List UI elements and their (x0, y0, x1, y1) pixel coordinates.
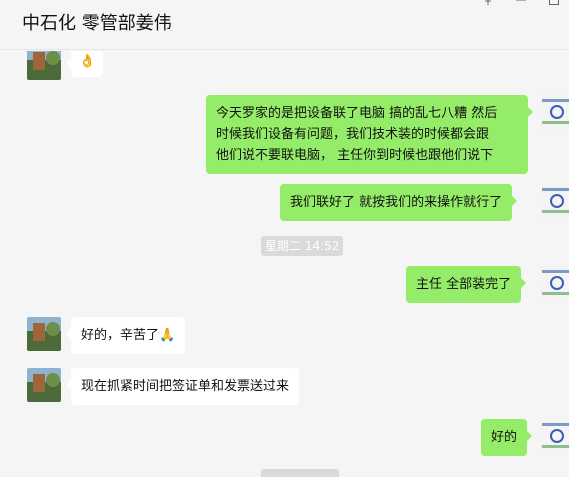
my-avatar[interactable] (540, 95, 569, 129)
chat-title: 中石化 零管部姜伟 (22, 13, 172, 34)
message-bubble-incoming[interactable]: 👌 (65, 51, 104, 77)
ok-hand-emoji: 👌 (79, 54, 96, 69)
minimize-icon[interactable] (515, 0, 527, 8)
message-bubble-incoming[interactable]: 好的，辛苦了🙏 (65, 317, 186, 354)
my-avatar[interactable] (540, 266, 569, 300)
message-line: 他们说不要联电脑， 主任你到时候也跟他们说下 (216, 148, 494, 163)
message-bubble-outgoing[interactable]: 主任 全部装完了 (406, 266, 527, 303)
message-bubble-incoming[interactable]: 现在抓紧时间把签证单和发票送过来 (65, 368, 300, 405)
message-text: 我们联好了 就按我们的来操作就行了 (290, 195, 503, 210)
message-timestamp: 星期二 14:52 (261, 236, 344, 256)
my-avatar[interactable] (540, 419, 569, 453)
message-text: 主任 全部装完了 (416, 277, 512, 292)
my-avatar[interactable] (540, 184, 569, 218)
contact-avatar[interactable] (27, 368, 61, 402)
chat-area[interactable]: 👌 今天罗家的是把设备联了电脑 搞的乱七八糟 然后 时候我们设备有问题，我们技术… (0, 51, 569, 477)
maximize-icon[interactable] (548, 0, 560, 8)
message-bubble-outgoing[interactable]: 我们联好了 就按我们的来操作就行了 (280, 184, 518, 221)
message-line: 时候我们设备有问题，我们技术装的时候都会跟 (216, 127, 490, 142)
contact-avatar[interactable] (27, 51, 61, 80)
message-text: 好的，辛苦了🙏 (81, 328, 176, 343)
message-text: 现在抓紧时间把签证单和发票送过来 (81, 379, 290, 394)
message-text: 好的 (491, 430, 518, 445)
title-bar: 中石化 零管部姜伟 (0, 0, 569, 50)
message-timestamp-partial (261, 469, 339, 477)
contact-avatar[interactable] (27, 317, 61, 351)
message-line: 今天罗家的是把设备联了电脑 搞的乱七八糟 然后 (216, 106, 498, 121)
pin-icon[interactable] (482, 0, 494, 8)
message-bubble-outgoing[interactable]: 今天罗家的是把设备联了电脑 搞的乱七八糟 然后 时候我们设备有问题，我们技术装的… (206, 95, 533, 174)
message-bubble-outgoing[interactable]: 好的 (481, 419, 533, 456)
